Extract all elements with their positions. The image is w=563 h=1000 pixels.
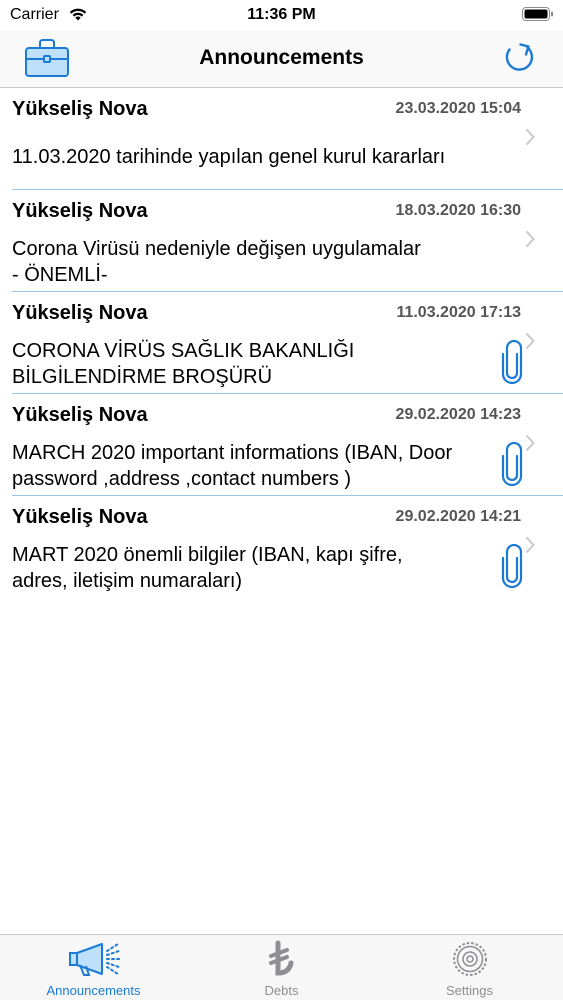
- list-item[interactable]: Yükseliş Nova 11.03.2020 17:13 CORONA Vİ…: [0, 292, 563, 394]
- announcement-text: MART 2020 önemli bilgiler (IBAN, kapı şi…: [12, 544, 403, 592]
- chevron-right-icon: [525, 128, 535, 146]
- date-label: 29.02.2020 14:21: [395, 508, 521, 525]
- status-time: 11:36 PM: [247, 6, 316, 23]
- lira-icon: [268, 940, 293, 976]
- chevron-right-icon: [525, 332, 535, 350]
- chevron-right-icon: [525, 536, 535, 554]
- navigation-bar: Announcements: [0, 30, 563, 88]
- tab-debts[interactable]: Debts: [188, 935, 375, 1000]
- list-item[interactable]: Yükseliş Nova 29.02.2020 14:23 MARCH 202…: [0, 394, 563, 496]
- page-title: Announcements: [199, 46, 364, 69]
- date-label: 23.03.2020 15:04: [395, 100, 521, 117]
- announcement-text: Corona Virüsü nedeniyle değişen uygulama…: [12, 238, 421, 286]
- announcement-list: Yükseliş Nova 23.03.2020 15:04 11.03.202…: [0, 88, 563, 598]
- date-label: 18.03.2020 16:30: [395, 202, 521, 219]
- date-label: 29.02.2020 14:23: [395, 406, 521, 423]
- tab-bar: Announcements Debts Settings: [0, 934, 563, 1000]
- announcement-text: CORONA VİRÜS SAĞLIK BAKANLIĞI BİLGİLENDİ…: [12, 340, 355, 388]
- tab-label: Announcements: [46, 983, 141, 998]
- tab-label: Debts: [264, 983, 299, 998]
- tab-settings[interactable]: Settings: [376, 935, 563, 1000]
- list-item[interactable]: Yükseliş Nova 29.02.2020 14:21 MART 2020…: [0, 496, 563, 598]
- announcement-text: MARCH 2020 important informations (IBAN,…: [12, 442, 453, 490]
- paperclip-icon: [501, 442, 523, 486]
- sender-label: Yükseliş Nova: [12, 302, 148, 324]
- tab-announcements[interactable]: Announcements: [0, 935, 187, 1000]
- gear-icon: [452, 942, 487, 976]
- megaphone-icon: [68, 943, 121, 976]
- chevron-right-icon: [525, 230, 535, 248]
- list-item[interactable]: Yükseliş Nova 23.03.2020 15:04 11.03.202…: [0, 88, 563, 190]
- battery-icon: [522, 7, 553, 21]
- sender-label: Yükseliş Nova: [12, 200, 148, 222]
- list-item[interactable]: Yükseliş Nova 18.03.2020 16:30 Corona Vi…: [0, 190, 563, 292]
- chevron-right-icon: [525, 434, 535, 452]
- status-bar: Carrier 11:36 PM: [0, 0, 563, 30]
- paperclip-icon: [501, 340, 523, 384]
- announcement-text: 11.03.2020 tarihinde yapılan genel kurul…: [12, 146, 446, 168]
- sender-label: Yükseliş Nova: [12, 506, 148, 528]
- date-label: 11.03.2020 17:13: [396, 304, 521, 321]
- refresh-icon[interactable]: [501, 38, 539, 76]
- paperclip-icon: [501, 544, 523, 588]
- sender-label: Yükseliş Nova: [12, 98, 148, 120]
- tab-label: Settings: [446, 983, 493, 998]
- sender-label: Yükseliş Nova: [12, 404, 148, 426]
